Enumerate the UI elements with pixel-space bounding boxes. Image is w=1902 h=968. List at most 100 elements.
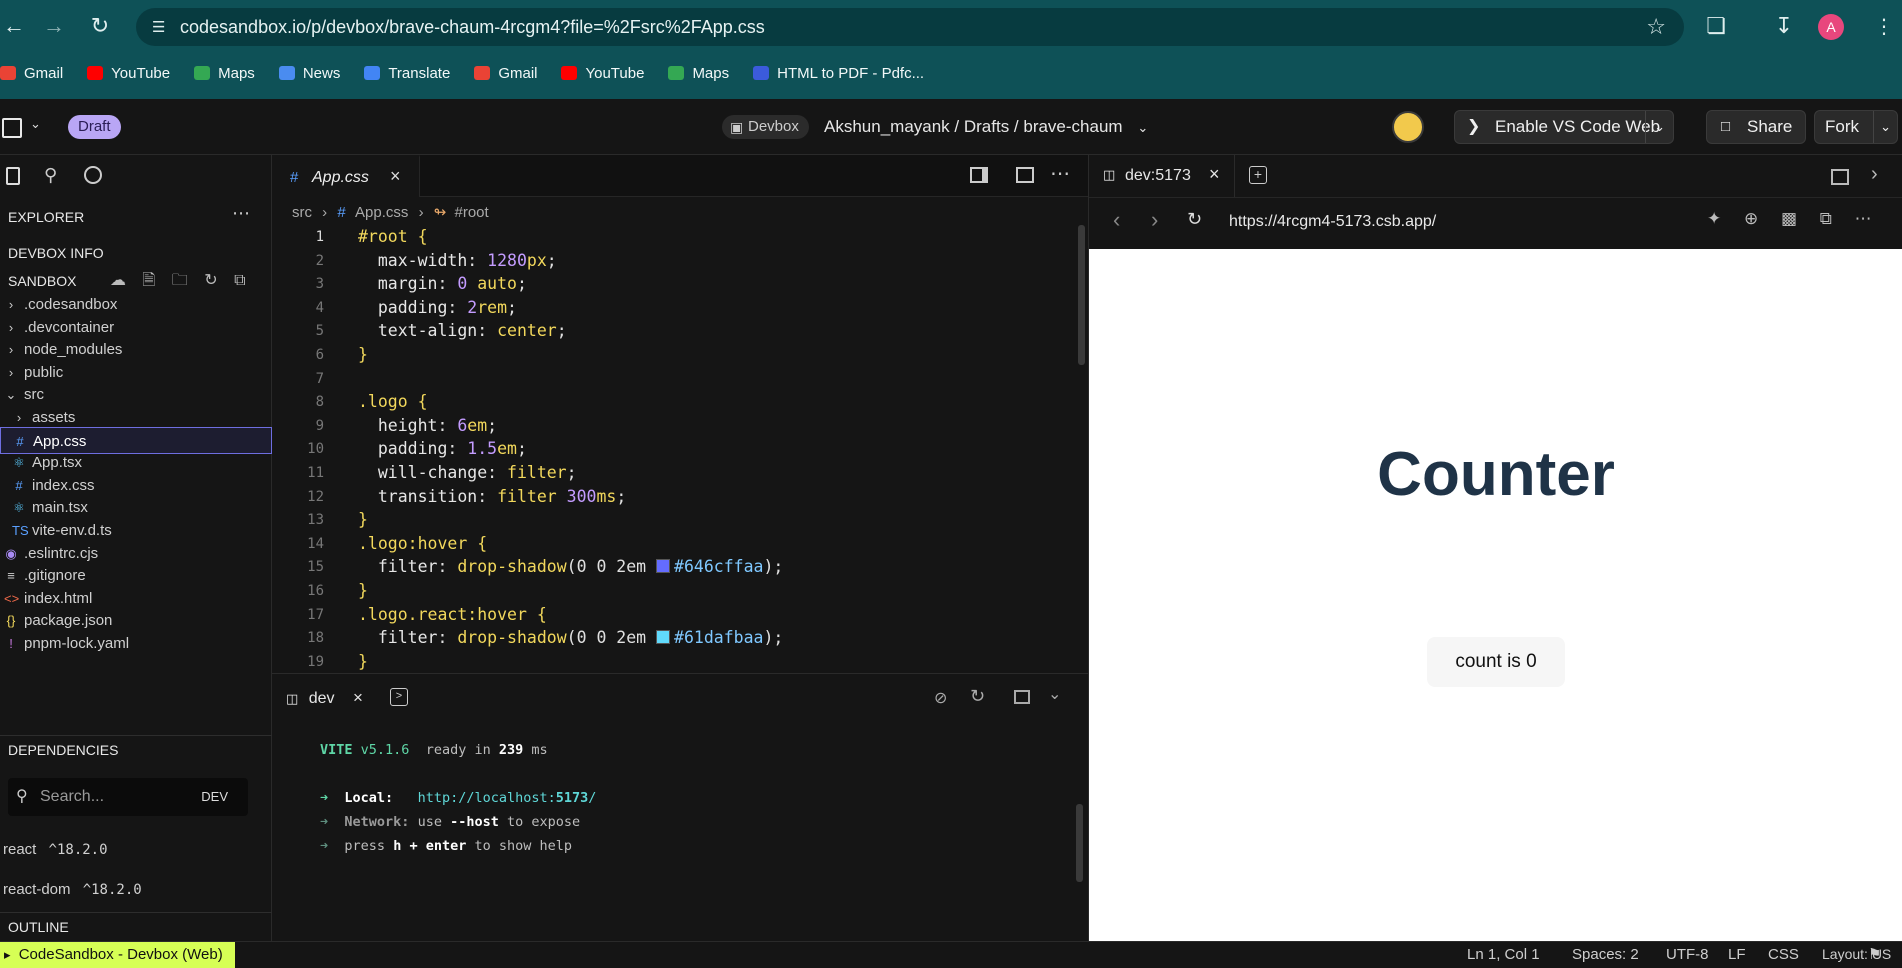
- split-terminal-icon[interactable]: [1014, 690, 1030, 704]
- color-swatch[interactable]: [656, 559, 671, 574]
- code-line[interactable]: }: [358, 510, 368, 529]
- devbox-info-title[interactable]: DEVBOX INFO: [8, 245, 104, 261]
- url-text[interactable]: codesandbox.io/p/devbox/brave-chaum-4rcg…: [180, 17, 765, 38]
- code-line[interactable]: .logo.react:hover {: [358, 605, 547, 624]
- download-icon[interactable]: ↧: [1770, 12, 1798, 40]
- sandbox-title[interactable]: SANDBOX: [8, 273, 76, 289]
- tree-file[interactable]: ! pnpm-lock.yaml: [0, 630, 272, 657]
- preview-back-icon[interactable]: ‹: [1113, 207, 1120, 233]
- chevron-down-icon[interactable]: ⌄: [1048, 684, 1061, 704]
- code-line[interactable]: transition: filter 300ms;: [358, 487, 626, 506]
- dependencies-title[interactable]: DEPENDENCIES: [8, 742, 118, 758]
- outline-title[interactable]: OUTLINE: [8, 919, 69, 935]
- bookmark-item[interactable]: YouTube: [87, 65, 170, 82]
- code-line[interactable]: max-width: 1280px;: [358, 251, 557, 270]
- magic-wand-icon[interactable]: ✦: [1707, 209, 1721, 228]
- breadcrumb-src[interactable]: src: [292, 204, 312, 221]
- project-path[interactable]: Akshun_mayank / Drafts / brave-chaum: [824, 117, 1123, 136]
- toggle-sidebar-icon[interactable]: [970, 167, 988, 183]
- address-bar[interactable]: ☰ codesandbox.io/p/devbox/brave-chaum-4r…: [136, 8, 1684, 46]
- code-line[interactable]: margin: 0 auto;: [358, 274, 527, 293]
- code-line[interactable]: .logo {: [358, 392, 428, 411]
- code-line[interactable]: }: [358, 652, 368, 671]
- preview-tab[interactable]: ◫ dev:5173 ×: [1089, 155, 1235, 197]
- share-button[interactable]: □ Share: [1706, 110, 1806, 144]
- console-icon[interactable]: ▩: [1781, 209, 1797, 228]
- dependency-search-input[interactable]: Search...: [40, 788, 104, 806]
- preview-reload-icon[interactable]: ↻: [1187, 209, 1202, 230]
- indentation[interactable]: Spaces: 2: [1572, 946, 1639, 963]
- dependency-row[interactable]: react ^18.2.0: [3, 841, 108, 858]
- preview-url-input[interactable]: https://4rcgm4-5173.csb.app/: [1229, 213, 1436, 231]
- layout-toggle-icon[interactable]: [1831, 169, 1849, 185]
- code-line[interactable]: #root {: [358, 227, 428, 246]
- code-line[interactable]: filter: drop-shadow(0 0 2em #61dafbaa);: [358, 628, 783, 647]
- count-button[interactable]: count is 0: [1427, 637, 1565, 687]
- close-tab-icon[interactable]: ×: [390, 166, 401, 187]
- github-icon[interactable]: [84, 166, 102, 184]
- bookmark-item[interactable]: Translate: [364, 65, 450, 82]
- notification-bell-icon[interactable]: ⚑: [1868, 945, 1881, 963]
- editor-scrollbar[interactable]: [1078, 225, 1085, 365]
- cursor-position[interactable]: Ln 1, Col 1: [1467, 946, 1540, 963]
- chevron-down-icon[interactable]: ⌄: [1873, 111, 1891, 143]
- preview-forward-icon[interactable]: ›: [1151, 207, 1158, 233]
- end-of-line[interactable]: LF: [1728, 946, 1746, 963]
- open-external-icon[interactable]: ⧉: [1820, 209, 1832, 228]
- new-terminal-icon[interactable]: >: [390, 688, 408, 706]
- editor-more-icon[interactable]: ⋯: [1050, 161, 1070, 186]
- code-line[interactable]: .logo:hover {: [358, 534, 487, 553]
- search-icon[interactable]: ⚲: [44, 165, 57, 186]
- collaborator-avatar[interactable]: [1392, 111, 1424, 143]
- enable-vscode-button[interactable]: ❯ Enable VS Code Web ⌄: [1454, 110, 1674, 144]
- collapse-all-icon[interactable]: ⧉: [234, 272, 245, 289]
- bookmark-item[interactable]: Maps: [194, 65, 255, 82]
- breadcrumb-file[interactable]: App.css: [355, 204, 408, 221]
- code-line[interactable]: padding: 1.5em;: [358, 439, 527, 458]
- project-breadcrumb[interactable]: Akshun_mayank / Drafts / brave-chaum ⌄: [824, 117, 1148, 137]
- code-line[interactable]: filter: drop-shadow(0 0 2em #646cffaa);: [358, 557, 783, 576]
- breadcrumb-symbol[interactable]: #root: [454, 204, 488, 221]
- crosshair-icon[interactable]: ⊕: [1744, 209, 1758, 228]
- local-port[interactable]: 5173: [556, 790, 589, 806]
- close-tab-icon[interactable]: ×: [1209, 164, 1220, 185]
- color-swatch[interactable]: [656, 630, 671, 645]
- clear-terminal-icon[interactable]: ⊘: [934, 688, 947, 708]
- encoding[interactable]: UTF-8: [1666, 946, 1709, 963]
- chevron-down-icon[interactable]: ⌄: [1137, 120, 1148, 135]
- dependency-search-box[interactable]: ⚲ Search... DEV: [8, 778, 248, 816]
- dev-toggle[interactable]: DEV: [201, 789, 228, 804]
- browser-menu-icon[interactable]: ⋮: [1870, 12, 1898, 40]
- back-arrow-icon[interactable]: ←: [0, 12, 28, 40]
- chevron-right-icon[interactable]: ›: [1871, 163, 1878, 186]
- language-mode[interactable]: CSS: [1768, 946, 1799, 963]
- code-line[interactable]: }: [358, 581, 368, 600]
- code-line[interactable]: height: 6em;: [358, 416, 497, 435]
- forward-arrow-icon[interactable]: →: [40, 12, 68, 40]
- preview-more-icon[interactable]: ⋯: [1855, 209, 1872, 228]
- refresh-icon[interactable]: ↻: [204, 272, 217, 289]
- site-info-icon[interactable]: ☰: [152, 18, 165, 36]
- cloud-upload-icon[interactable]: ☁: [110, 272, 126, 289]
- remote-indicator[interactable]: ▸ CodeSandbox - Devbox (Web): [0, 942, 235, 968]
- new-folder-icon[interactable]: 🗀: [172, 272, 188, 289]
- terminal-scrollbar[interactable]: [1076, 804, 1083, 882]
- bookmark-item[interactable]: Maps: [668, 65, 729, 82]
- bookmark-item[interactable]: News: [278, 65, 340, 82]
- workspace-menu-icon[interactable]: [2, 118, 22, 138]
- reload-icon[interactable]: ↻: [86, 12, 114, 40]
- local-url[interactable]: http://localhost:: [418, 790, 556, 806]
- code-line[interactable]: }: [358, 345, 368, 364]
- dependency-row[interactable]: react-dom ^18.2.0: [3, 881, 142, 898]
- bookmark-item[interactable]: Gmail: [0, 65, 63, 82]
- bookmark-star-icon[interactable]: ☆: [1646, 14, 1666, 40]
- code-line[interactable]: padding: 2rem;: [358, 298, 517, 317]
- profile-avatar[interactable]: A: [1818, 14, 1844, 40]
- code-line[interactable]: will-change: filter;: [358, 463, 577, 482]
- split-editor-icon[interactable]: [1016, 167, 1034, 183]
- code-line[interactable]: text-align: center;: [358, 321, 567, 340]
- extensions-icon[interactable]: ❏: [1702, 12, 1730, 40]
- fork-button[interactable]: Fork ⌄: [1814, 110, 1898, 144]
- chevron-down-icon[interactable]: ⌄: [1645, 111, 1665, 143]
- bookmark-item[interactable]: Gmail: [474, 65, 537, 82]
